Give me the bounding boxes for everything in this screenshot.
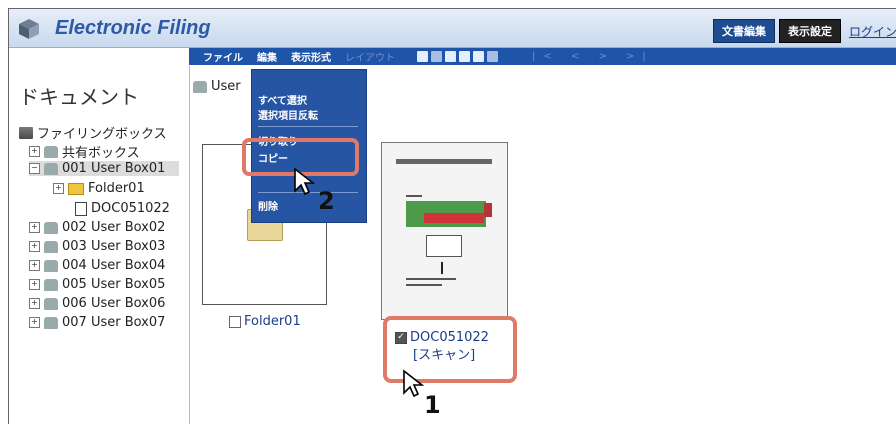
tree-item-box03[interactable]: + 003 User Box03 <box>29 239 165 254</box>
tree-item-doc[interactable]: DOC051022 <box>75 201 170 216</box>
menu-item-delete[interactable]: 削除 <box>258 198 278 213</box>
menu-layout[interactable]: レイアウト <box>345 49 395 64</box>
box-icon <box>193 80 207 93</box>
tree-root-label: ファイリングボックス <box>37 127 167 142</box>
tree-item-box05[interactable]: + 005 User Box05 <box>29 277 165 292</box>
expand-icon[interactable]: + <box>29 279 40 290</box>
collapse-icon[interactable]: − <box>29 163 40 174</box>
menu-view[interactable]: 表示形式 <box>291 49 331 64</box>
print-icon[interactable] <box>445 51 456 62</box>
tree-item-folder01[interactable]: + Folder01 <box>53 181 145 196</box>
expand-icon[interactable]: + <box>29 146 40 157</box>
expand-icon[interactable]: + <box>29 222 40 233</box>
tree-item-label: 004 User Box04 <box>62 258 166 273</box>
document-edit-tab[interactable]: 文書編集 <box>712 19 775 43</box>
box-icon <box>44 316 58 329</box>
save-icon[interactable] <box>431 51 442 62</box>
box-open-icon <box>44 162 58 175</box>
delete-icon[interactable] <box>487 51 498 62</box>
box-icon <box>44 240 58 253</box>
tree-item-label: DOC051022 <box>91 201 170 216</box>
step-number-2: 2 <box>318 187 335 215</box>
box-icon <box>44 278 58 291</box>
tree-item-box02[interactable]: + 002 User Box02 <box>29 220 165 235</box>
properties-icon[interactable] <box>417 51 428 62</box>
tree-item-label: 001 User Box01 <box>62 161 166 176</box>
menu-edit[interactable]: 編集 <box>257 49 277 64</box>
login-link[interactable]: ログイン <box>845 23 896 40</box>
thumb-header-bar <box>396 159 492 164</box>
expand-icon[interactable]: + <box>29 241 40 252</box>
display-settings-tab[interactable]: 表示設定 <box>778 19 841 43</box>
cabinet-icon <box>19 126 33 139</box>
tree-item-shared[interactable]: + 共有ボックス <box>29 142 140 161</box>
expand-icon[interactable]: + <box>53 183 64 194</box>
expand-icon[interactable]: + <box>29 298 40 309</box>
tree-item-label: Folder01 <box>88 181 145 196</box>
toolbar-icons <box>417 51 498 62</box>
thumb-text <box>406 278 456 280</box>
folder-name: Folder01 <box>244 314 301 329</box>
expand-icon[interactable]: + <box>29 260 40 271</box>
tree-item-box04[interactable]: + 004 User Box04 <box>29 258 165 273</box>
thumb-arrow <box>441 262 443 274</box>
folder-checkbox[interactable] <box>229 315 241 328</box>
box-icon <box>44 297 58 310</box>
breadcrumb-label: User <box>211 79 241 94</box>
step-number-1: 1 <box>424 391 441 419</box>
folder-icon <box>68 182 84 195</box>
mouse-cursor-icon <box>403 369 424 398</box>
tree-item-box07[interactable]: + 007 User Box07 <box>29 315 165 330</box>
thumb-red-bar <box>424 213 484 223</box>
tree-item-label: 006 User Box06 <box>62 296 166 311</box>
box-icon <box>44 145 58 158</box>
folder-item[interactable]: Folder01 <box>229 314 301 329</box>
paste-icon[interactable] <box>473 51 484 62</box>
ef-logo-icon <box>19 19 39 39</box>
menu-bar: ファイル 編集 表示形式 レイアウト |< < > >| <box>189 48 896 65</box>
tree-title: ドキュメント <box>19 85 139 109</box>
tree-item-box06[interactable]: + 006 User Box06 <box>29 296 165 311</box>
box-icon <box>44 259 58 272</box>
page-navigation[interactable]: |< < > >| <box>532 51 654 62</box>
header-actions: 文書編集 表示設定 ログイン <box>712 19 896 43</box>
menu-divider <box>258 126 358 127</box>
mouse-cursor-icon <box>294 167 315 196</box>
tree-item-label: 002 User Box02 <box>62 220 166 235</box>
app-window: Electronic Filing 文書編集 表示設定 ログイン ファイル 編集… <box>8 8 896 424</box>
document-icon <box>75 201 87 216</box>
menu-file[interactable]: ファイル <box>203 49 243 64</box>
tree-item-user-box01[interactable]: − 001 User Box01 <box>29 161 179 176</box>
thumb-text <box>406 195 422 197</box>
tree-item-label: 003 User Box03 <box>62 239 166 254</box>
expand-icon[interactable]: + <box>29 317 40 328</box>
tree-item-label: 005 User Box05 <box>62 277 166 292</box>
breadcrumb: User <box>193 79 241 94</box>
app-header: Electronic Filing 文書編集 表示設定 ログイン <box>9 9 896 48</box>
thumb-dialog <box>426 235 462 257</box>
tree-item-label: 007 User Box07 <box>62 315 166 330</box>
box-icon <box>44 221 58 234</box>
menu-item-invert-selection[interactable]: 選択項目反転 <box>258 107 318 122</box>
thumb-red-block <box>484 203 492 217</box>
document-tree-panel: ドキュメント ファイリングボックス + 共有ボックス − 001 User Bo… <box>9 66 190 424</box>
tree-root[interactable]: ファイリングボックス <box>19 123 167 142</box>
document-thumbnail[interactable] <box>381 142 508 320</box>
cut-icon[interactable] <box>459 51 470 62</box>
app-title: Electronic Filing <box>55 17 211 39</box>
thumb-text <box>406 284 442 286</box>
menu-item-select-all[interactable]: すべて選択 <box>258 92 307 107</box>
tree-item-label: 共有ボックス <box>62 146 140 161</box>
